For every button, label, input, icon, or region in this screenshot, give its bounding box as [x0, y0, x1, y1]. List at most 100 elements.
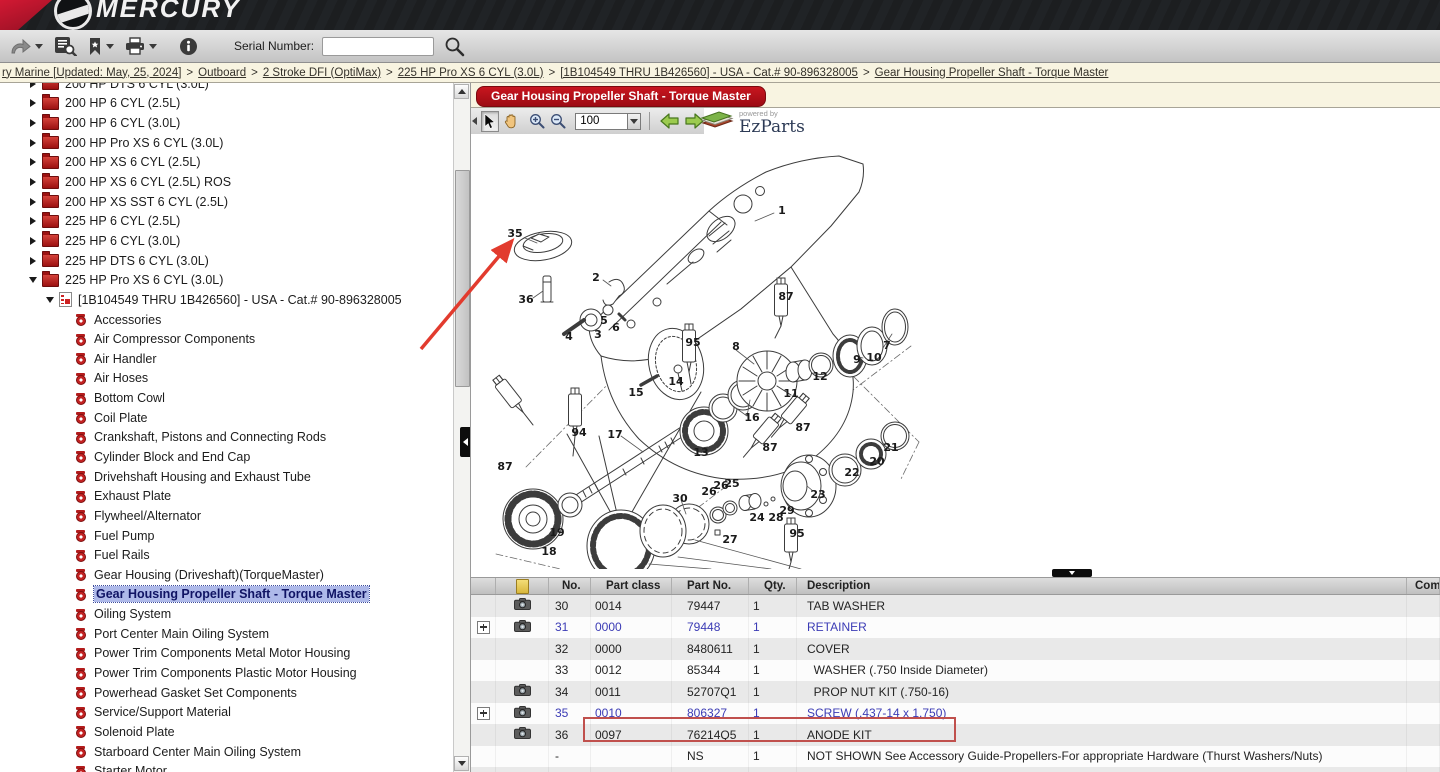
tree-item[interactable]: Coil Plate	[0, 408, 454, 428]
chevron-right-icon[interactable]	[28, 198, 38, 206]
chevron-right-icon[interactable]	[28, 99, 38, 107]
tree-item[interactable]: 200 HP XS 6 CYL (2.5L)	[0, 153, 454, 173]
tree-item[interactable]: Flywheel/Alternator	[0, 506, 454, 526]
breadcrumb-link[interactable]: ry Marine [Updated: May, 25, 2024]	[2, 67, 181, 79]
search-button[interactable]	[444, 36, 465, 57]
tree-item[interactable]: Air Compressor Components	[0, 329, 454, 349]
table-row[interactable]: 310000794481RETAINER	[471, 617, 1440, 639]
select-tool-button[interactable]	[481, 111, 500, 132]
tree-item[interactable]: Bottom Cowl	[0, 388, 454, 408]
tree-item[interactable]: 200 HP 6 CYL (3.0L)	[0, 113, 454, 133]
chevron-right-icon[interactable]	[28, 119, 38, 127]
diagram-tab[interactable]: Gear Housing Propeller Shaft - Torque Ma…	[476, 86, 766, 107]
breadcrumb-link[interactable]: Outboard	[198, 67, 246, 79]
tree-item[interactable]: Starter Motor	[0, 761, 454, 772]
part-no-cell[interactable]: 79448	[672, 617, 749, 639]
report-button[interactable]	[53, 36, 77, 56]
chevron-right-icon[interactable]	[28, 217, 38, 225]
bookmark-button[interactable]	[87, 37, 114, 56]
breadcrumb-link[interactable]: 225 HP Pro XS 6 CYL (3.0L)	[398, 67, 544, 79]
tree-item[interactable]: Power Trim Components Metal Motor Housin…	[0, 644, 454, 664]
collapse-panel-button[interactable]	[471, 110, 479, 132]
part-class-cell[interactable]: 0010	[591, 703, 672, 725]
table-row[interactable]: 300014794471TAB WASHER	[471, 595, 1440, 617]
tree-item[interactable]: 225 HP Pro XS 6 CYL (3.0L)	[0, 270, 454, 290]
tree-item[interactable]: 200 HP DTS 6 CYL (3.0L)	[0, 83, 454, 94]
tree-item[interactable]: Oiling System	[0, 604, 454, 624]
tree-item[interactable]: Starboard Center Main Oiling System	[0, 742, 454, 762]
breadcrumb-link[interactable]: [1B104549 THRU 1B426560] - USA - Cat.# 9…	[560, 67, 858, 79]
tree-item[interactable]: Power Trim Components Plastic Motor Hous…	[0, 663, 454, 683]
tree-item[interactable]: Air Hoses	[0, 369, 454, 389]
part-number-cell[interactable]: 31	[549, 617, 591, 639]
table-row[interactable]: -0026816575A61SEAL KIT Gear Housing	[471, 767, 1440, 772]
zoom-out-button[interactable]	[549, 111, 568, 132]
tree-item[interactable]: Fuel Rails	[0, 545, 454, 565]
tree-item[interactable]: Solenoid Plate	[0, 722, 454, 742]
tree-item[interactable]: 200 HP 6 CYL (2.5L)	[0, 94, 454, 114]
tree-item[interactable]: Air Handler	[0, 349, 454, 369]
tree-collapse-handle[interactable]	[460, 427, 470, 457]
part-number-cell[interactable]: 35	[549, 703, 591, 725]
camera-icon[interactable]	[514, 620, 531, 635]
table-row[interactable]: 34001152707Q11 PROP NUT KIT (.750-16)	[471, 681, 1440, 703]
tree-item[interactable]: 200 HP XS 6 CYL (2.5L) ROS	[0, 172, 454, 192]
camera-icon[interactable]	[514, 684, 531, 699]
chevron-right-icon[interactable]	[28, 83, 38, 88]
tree-item[interactable]: Crankshaft, Pistons and Connecting Rods	[0, 428, 454, 448]
chevron-right-icon[interactable]	[28, 178, 38, 186]
pan-tool-button[interactable]	[501, 111, 520, 132]
info-button[interactable]	[179, 37, 198, 56]
tree-item[interactable]: Gear Housing (Driveshaft)(TorqueMaster)	[0, 565, 454, 585]
expand-plus-icon[interactable]	[477, 707, 490, 720]
part-no-cell[interactable]: 806327	[672, 703, 749, 725]
breadcrumb-link[interactable]: Gear Housing Propeller Shaft - Torque Ma…	[875, 67, 1109, 79]
zoom-in-button[interactable]	[528, 111, 547, 132]
part-class-cell[interactable]: 0000	[591, 617, 672, 639]
prev-page-button[interactable]	[660, 113, 680, 129]
table-row[interactable]: 32000084806111COVER	[471, 638, 1440, 660]
zoom-dropdown-button[interactable]	[627, 113, 641, 130]
tree-item[interactable]: 225 HP 6 CYL (2.5L)	[0, 211, 454, 231]
table-row[interactable]: 330012853441 WASHER (.750 Inside Diamete…	[471, 660, 1440, 682]
tree-item[interactable]: Gear Housing Propeller Shaft - Torque Ma…	[0, 585, 454, 605]
scroll-down-button[interactable]	[454, 756, 469, 771]
description-cell[interactable]: SCREW (.437-14 x 1.750)	[797, 703, 1407, 725]
table-row[interactable]: 3500108063271SCREW (.437-14 x 1.750)	[471, 703, 1440, 725]
chevron-down-icon[interactable]	[45, 297, 55, 303]
tree-item[interactable]: 225 HP DTS 6 CYL (3.0L)	[0, 251, 454, 271]
tree-item[interactable]: Accessories	[0, 310, 454, 330]
camera-icon[interactable]	[514, 706, 531, 721]
chevron-down-icon[interactable]	[28, 277, 38, 283]
description-cell[interactable]: RETAINER	[797, 617, 1407, 639]
qty-cell[interactable]: 1	[749, 617, 797, 639]
tree-item[interactable]: Fuel Pump	[0, 526, 454, 546]
print-button[interactable]	[124, 37, 157, 56]
chevron-right-icon[interactable]	[28, 139, 38, 147]
chevron-right-icon[interactable]	[28, 158, 38, 166]
expand-plus-icon[interactable]	[477, 621, 490, 634]
tree-item[interactable]: Port Center Main Oiling System	[0, 624, 454, 644]
camera-icon[interactable]	[514, 598, 531, 613]
redo-button[interactable]	[10, 38, 43, 55]
tree-item[interactable]: [1B104549 THRU 1B426560] - USA - Cat.# 9…	[0, 290, 454, 310]
tree-scrollbar-thumb[interactable]	[455, 170, 470, 387]
camera-icon[interactable]	[514, 727, 531, 742]
tree-item[interactable]: Powerhead Gasket Set Components	[0, 683, 454, 703]
tree-item[interactable]: Exhaust Plate	[0, 486, 454, 506]
zoom-level-input[interactable]	[575, 113, 627, 130]
table-row[interactable]: 36009776214Q51ANODE KIT	[471, 724, 1440, 746]
tree-item[interactable]: 225 HP 6 CYL (3.0L)	[0, 231, 454, 251]
tree-item[interactable]: 200 HP XS SST 6 CYL (2.5L)	[0, 192, 454, 212]
breadcrumb-link[interactable]: 2 Stroke DFI (OptiMax)	[263, 67, 381, 79]
tree-item[interactable]: Service/Support Material	[0, 703, 454, 723]
table-splitter-handle[interactable]	[1052, 569, 1092, 577]
diagram-canvas[interactable]: 1353625634958787910121114151613179487191…	[471, 134, 1440, 569]
tree-item[interactable]: 200 HP Pro XS 6 CYL (3.0L)	[0, 133, 454, 153]
chevron-right-icon[interactable]	[28, 257, 38, 265]
qty-cell[interactable]: 1	[749, 703, 797, 725]
tree-item[interactable]: Cylinder Block and End Cap	[0, 447, 454, 467]
chevron-right-icon[interactable]	[28, 237, 38, 245]
table-row[interactable]: -NS1NOT SHOWN See Accessory Guide-Propel…	[471, 746, 1440, 768]
serial-number-input[interactable]	[322, 37, 434, 56]
